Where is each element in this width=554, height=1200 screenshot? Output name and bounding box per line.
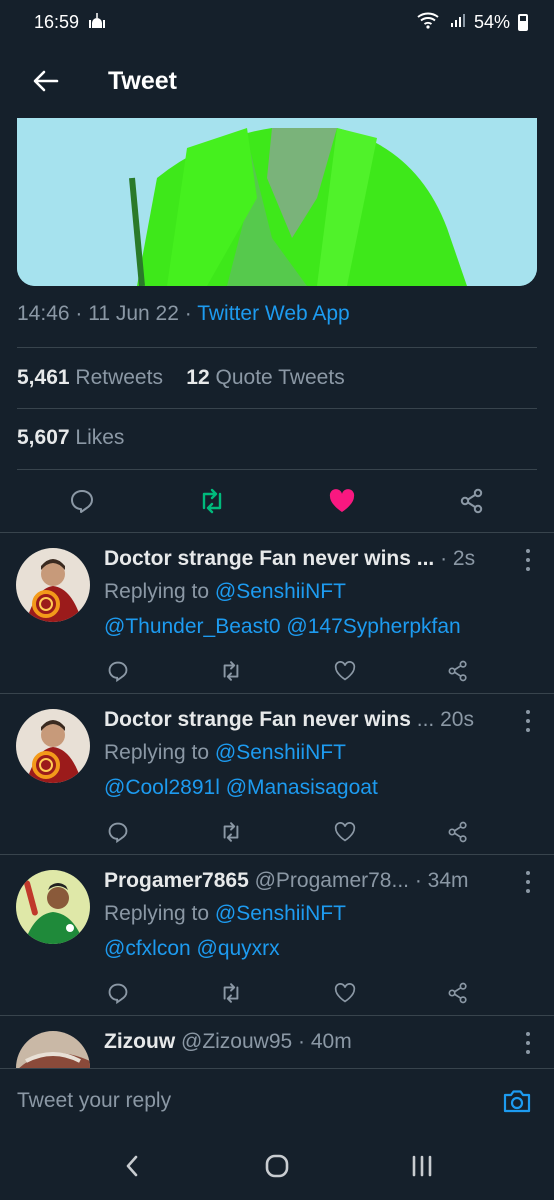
tweet-timestamp: 14:46 · 11 Jun 22 · Twitter Web App: [17, 302, 350, 325]
battery-level: 54%: [473, 11, 510, 32]
tweet-media-image[interactable]: [17, 118, 537, 286]
system-nav-bar: [0, 1132, 554, 1200]
reply-header: Doctor strange Fan never wins ... · 2s: [104, 547, 476, 570]
divider: [17, 408, 537, 409]
share-icon[interactable]: [438, 973, 478, 1013]
replying-to-mention[interactable]: @SenshiiNFT: [215, 902, 346, 925]
tweet-time: 14:46: [17, 302, 70, 325]
battery-icon: [518, 13, 528, 31]
nav-recents-icon[interactable]: [402, 1146, 442, 1186]
avatar[interactable]: [16, 870, 90, 944]
avatar[interactable]: [16, 709, 90, 783]
nav-back-icon[interactable]: [112, 1146, 152, 1186]
share-icon[interactable]: [438, 651, 478, 691]
quote-tweets-label: Quote Tweets: [215, 366, 345, 389]
reply-time: 34m: [427, 869, 469, 892]
status-time: 16:59: [34, 11, 80, 32]
reply-handle[interactable]: ...: [417, 708, 435, 731]
avatar[interactable]: [16, 548, 90, 622]
replying-to: Replying to @SenshiiNFT: [104, 741, 346, 765]
reply-handle[interactable]: @Progamer78...: [255, 869, 409, 892]
reply-time: 2s: [452, 547, 476, 570]
reply-text-mentions[interactable]: @Thunder_Beast0 @147Sypherpkfan: [104, 615, 461, 639]
retweet-icon[interactable]: [211, 651, 251, 691]
likes-link[interactable]: 5,607 Likes: [17, 426, 124, 450]
tweet-action-bar: [17, 474, 537, 528]
reply-tweet[interactable]: Zizouw @Zizouw95 · 40m: [0, 1015, 554, 1068]
retweets-label: Retweets: [75, 366, 163, 389]
signal-icon: [450, 12, 466, 33]
reply-header: Progamer7865 @Progamer78... · 34m: [104, 869, 469, 892]
tweet-stats-retweets: 5,461 Retweets 12 Quote Tweets: [17, 366, 345, 390]
wifi-icon: [416, 11, 442, 34]
likes-label: Likes: [75, 426, 125, 449]
reply-icon[interactable]: [98, 651, 138, 691]
reply-header: Zizouw @Zizouw95 · 40m: [104, 1030, 352, 1053]
reply-input-placeholder[interactable]: Tweet your reply: [17, 1089, 171, 1113]
replying-to-mention[interactable]: @SenshiiNFT: [215, 580, 346, 603]
reply-action-bar: [98, 657, 478, 685]
reply-action-bar: [98, 818, 478, 846]
heart-icon[interactable]: [325, 812, 365, 852]
camera-icon[interactable]: [497, 1081, 537, 1121]
replying-to-mention[interactable]: @SenshiiNFT: [215, 741, 346, 764]
replying-to-label: Replying to: [104, 741, 210, 764]
replying-to: Replying to @SenshiiNFT: [104, 580, 346, 604]
reply-icon[interactable]: [98, 812, 138, 852]
more-options-icon[interactable]: [526, 549, 532, 571]
heart-icon[interactable]: [325, 973, 365, 1013]
share-icon[interactable]: [452, 481, 492, 521]
retweets-link[interactable]: 5,461 Retweets: [17, 366, 163, 389]
reply-author-name[interactable]: Zizouw: [104, 1030, 175, 1053]
reply-action-bar: [98, 979, 478, 1007]
mosque-icon: [87, 11, 107, 34]
likes-count: 5,607: [17, 426, 70, 449]
status-bar: 16:59 54%: [0, 0, 554, 44]
reply-author-name[interactable]: Doctor strange Fan never wins ...: [104, 547, 434, 570]
replying-to: Replying to @SenshiiNFT: [104, 902, 346, 926]
retweet-icon[interactable]: [211, 973, 251, 1013]
share-icon[interactable]: [438, 812, 478, 852]
reply-tweet[interactable]: Progamer7865 @Progamer78... · 34m Replyi…: [0, 854, 554, 1015]
reply-text-mentions[interactable]: @cfxlcon @quyxrx: [104, 937, 280, 961]
reply-tweet[interactable]: Doctor strange Fan never wins ... · 2s R…: [0, 532, 554, 693]
replying-to-label: Replying to: [104, 902, 210, 925]
reply-handle[interactable]: @Zizouw95: [181, 1030, 292, 1053]
retweet-icon[interactable]: [211, 812, 251, 852]
reply-icon[interactable]: [62, 481, 102, 521]
reply-time: 20s: [440, 708, 474, 731]
tweet-source-link[interactable]: Twitter Web App: [197, 302, 350, 325]
divider: [17, 469, 537, 470]
reply-time: 40m: [310, 1030, 352, 1053]
heart-filled-icon[interactable]: [322, 481, 362, 521]
retweets-count: 5,461: [17, 366, 70, 389]
reply-tweet[interactable]: Doctor strange Fan never wins ... 20s Re…: [0, 693, 554, 854]
more-options-icon[interactable]: [526, 871, 532, 893]
reply-header: Doctor strange Fan never wins ... 20s: [104, 708, 514, 732]
reply-text-mentions[interactable]: @Cool2891l @Manasisagoat: [104, 776, 378, 800]
replying-to-label: Replying to: [104, 580, 210, 603]
quote-tweets-link[interactable]: 12 Quote Tweets: [186, 366, 344, 389]
more-options-icon[interactable]: [526, 1032, 532, 1054]
top-header: Tweet: [0, 44, 554, 118]
page-title: Tweet: [108, 66, 177, 95]
heart-icon[interactable]: [325, 651, 365, 691]
back-arrow-icon[interactable]: [26, 61, 66, 101]
quote-tweets-count: 12: [186, 366, 210, 389]
retweet-icon[interactable]: [192, 481, 232, 521]
more-options-icon[interactable]: [526, 710, 532, 732]
nav-home-icon[interactable]: [257, 1146, 297, 1186]
divider: [17, 347, 537, 348]
reply-author-name[interactable]: Progamer7865: [104, 869, 249, 892]
tweet-date: 11 Jun 22: [88, 302, 179, 325]
reply-icon[interactable]: [98, 973, 138, 1013]
reply-composer[interactable]: Tweet your reply: [0, 1068, 554, 1132]
reply-author-name[interactable]: Doctor strange Fan never wins: [104, 708, 411, 731]
avatar[interactable]: [16, 1031, 90, 1068]
